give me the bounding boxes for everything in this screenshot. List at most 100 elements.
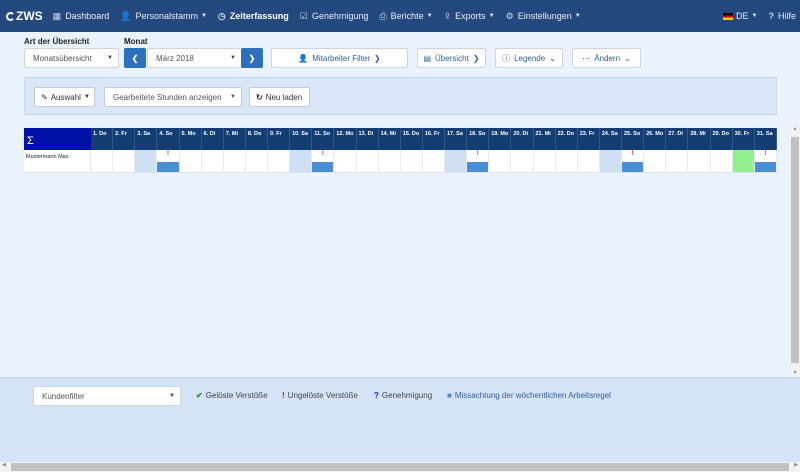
day-cell[interactable] bbox=[688, 150, 711, 172]
day-header[interactable]: 19. Mo bbox=[489, 128, 512, 150]
day-cell[interactable]: ! bbox=[157, 150, 180, 172]
next-month-button[interactable]: ❯ bbox=[241, 48, 263, 68]
day-header[interactable]: 26. Mo bbox=[644, 128, 667, 150]
day-cell[interactable] bbox=[534, 150, 556, 172]
day-header[interactable]: 4. So bbox=[157, 128, 180, 150]
day-header[interactable]: 7. Mi bbox=[223, 128, 246, 150]
day-cell[interactable] bbox=[711, 150, 733, 172]
day-cell[interactable] bbox=[556, 150, 578, 172]
scroll-thumb[interactable] bbox=[791, 137, 799, 363]
nav-berichte[interactable]: ⎙ Berichte ▼ bbox=[379, 0, 432, 32]
legend-button[interactable]: ⓘ Legende ⌄ bbox=[495, 48, 563, 68]
info-icon: ⓘ bbox=[502, 53, 511, 63]
day-header[interactable]: 5. Mo bbox=[179, 128, 202, 150]
day-header[interactable]: 24. Sa bbox=[599, 128, 622, 150]
day-cell[interactable] bbox=[732, 150, 755, 172]
language-dropdown[interactable]: DE ▼ bbox=[723, 0, 757, 32]
day-cell[interactable] bbox=[511, 150, 534, 172]
employee-filter-button[interactable]: 👤 Mitarbeiter Filter ❯ bbox=[271, 48, 408, 68]
scroll-up-icon[interactable]: ▲ bbox=[790, 126, 800, 132]
day-cell[interactable]: ! bbox=[622, 150, 645, 172]
day-cell[interactable]: ! bbox=[312, 150, 335, 172]
day-header[interactable]: 16. Fr bbox=[422, 128, 445, 150]
day-cell[interactable] bbox=[290, 150, 313, 172]
blue-square-icon: ■ bbox=[447, 391, 452, 400]
day-header[interactable]: 9. Fr bbox=[268, 128, 291, 150]
day-cell[interactable]: ! bbox=[467, 150, 490, 172]
overview-button[interactable]: ▤ Übersicht ❯ bbox=[417, 48, 486, 68]
day-cell[interactable] bbox=[599, 150, 622, 172]
day-cell[interactable] bbox=[578, 150, 600, 172]
day-header[interactable]: 20. Di bbox=[511, 128, 534, 150]
question-icon: ? bbox=[374, 391, 379, 400]
horizontal-scrollbar[interactable]: ◀ ▶ bbox=[0, 462, 800, 472]
day-header[interactable]: 3. Sa bbox=[135, 128, 158, 150]
nav-exports[interactable]: ⇪ Exports ▼ bbox=[444, 0, 495, 32]
day-header[interactable]: 15. Do bbox=[400, 128, 423, 150]
day-header[interactable]: 27. Di bbox=[666, 128, 689, 150]
overview-type-select[interactable]: Monatsübersicht ▼ bbox=[24, 48, 119, 68]
day-header[interactable]: 10. Sa bbox=[290, 128, 313, 150]
scroll-right-icon[interactable]: ▶ bbox=[794, 462, 798, 468]
day-header[interactable]: 25. So bbox=[622, 128, 645, 150]
day-cell[interactable] bbox=[334, 150, 357, 172]
day-cell[interactable] bbox=[246, 150, 268, 172]
day-cell[interactable] bbox=[423, 150, 445, 172]
reload-button[interactable]: ↻ Neu laden bbox=[249, 87, 310, 107]
day-cell[interactable] bbox=[489, 150, 512, 172]
day-cell[interactable] bbox=[401, 150, 423, 172]
day-cell[interactable] bbox=[180, 150, 202, 172]
scroll-thumb-horizontal[interactable] bbox=[11, 463, 789, 471]
day-header[interactable]: 14. Mi bbox=[378, 128, 401, 150]
day-header[interactable]: 12. Mo bbox=[334, 128, 357, 150]
legend-label: Ungelöste Verstöße bbox=[287, 391, 358, 400]
nav-zeiterfassung[interactable]: ◷ Zeiterfassung bbox=[218, 0, 289, 32]
change-button[interactable]: ⋯ Ändern ⌄ bbox=[572, 48, 641, 68]
day-cell[interactable] bbox=[644, 150, 667, 172]
day-header[interactable]: 2. Fr bbox=[113, 128, 136, 150]
customer-filter-select[interactable]: Kundenfilter ▼ bbox=[33, 386, 181, 406]
employee-name[interactable]: Mustermann Max bbox=[24, 150, 91, 172]
day-header[interactable]: 11. So bbox=[312, 128, 335, 150]
day-header[interactable]: 13. Di bbox=[356, 128, 379, 150]
hours-mode-select[interactable]: Gearbeitete Stunden anzeigen ▼ bbox=[104, 87, 242, 107]
day-header[interactable]: 31. Sa bbox=[754, 128, 777, 150]
selection-dropdown[interactable]: ✎ Auswahl ▼ bbox=[34, 87, 95, 107]
nav-genehmigung[interactable]: ☑ Genehmigung bbox=[300, 0, 369, 32]
day-cell[interactable] bbox=[445, 150, 468, 172]
previous-month-button[interactable]: ❮ bbox=[124, 48, 146, 68]
day-cell[interactable] bbox=[91, 150, 114, 172]
day-cell[interactable] bbox=[666, 150, 689, 172]
scroll-down-icon[interactable]: ▼ bbox=[790, 370, 800, 376]
month-select[interactable]: März 2018 ▼ bbox=[147, 48, 242, 68]
day-cell[interactable] bbox=[135, 150, 158, 172]
nav-einstellungen[interactable]: ⚙ Einstellungen ▼ bbox=[506, 0, 581, 32]
day-header[interactable]: 22. Do bbox=[555, 128, 578, 150]
day-cell[interactable] bbox=[202, 150, 224, 172]
day-cell[interactable] bbox=[357, 150, 379, 172]
scroll-left-icon[interactable]: ◀ bbox=[2, 462, 6, 468]
day-header[interactable]: 1. Do bbox=[91, 128, 114, 150]
day-header[interactable]: 29. Do bbox=[710, 128, 733, 150]
sum-header[interactable]: Σ bbox=[24, 128, 91, 150]
day-cell[interactable] bbox=[224, 150, 246, 172]
help-link[interactable]: ? Hilfe bbox=[768, 0, 796, 32]
vertical-scrollbar[interactable]: ▲ ▼ bbox=[790, 125, 800, 377]
logo-ring-icon bbox=[6, 11, 15, 21]
day-header[interactable]: 8. Do bbox=[245, 128, 268, 150]
day-header[interactable]: 17. Sa bbox=[445, 128, 468, 150]
day-header[interactable]: 21. Mi bbox=[533, 128, 556, 150]
day-header[interactable]: 30. Fr bbox=[732, 128, 755, 150]
day-cell[interactable]: ! bbox=[754, 150, 777, 172]
day-header[interactable]: 6. Di bbox=[201, 128, 224, 150]
brand-logo[interactable]: ZWS bbox=[6, 9, 43, 23]
day-cell[interactable] bbox=[379, 150, 401, 172]
legend-item: ✔ Gelöste Verstöße bbox=[196, 391, 268, 400]
day-header[interactable]: 28. Mi bbox=[688, 128, 711, 150]
nav-personalstamm[interactable]: 👤 Personalstamm ▼ bbox=[120, 0, 207, 32]
nav-dashboard[interactable]: ▦ Dashboard bbox=[53, 0, 110, 32]
day-cell[interactable] bbox=[113, 150, 136, 172]
day-cell[interactable] bbox=[268, 150, 291, 172]
day-header[interactable]: 18. So bbox=[467, 128, 490, 150]
day-header[interactable]: 23. Fr bbox=[577, 128, 600, 150]
